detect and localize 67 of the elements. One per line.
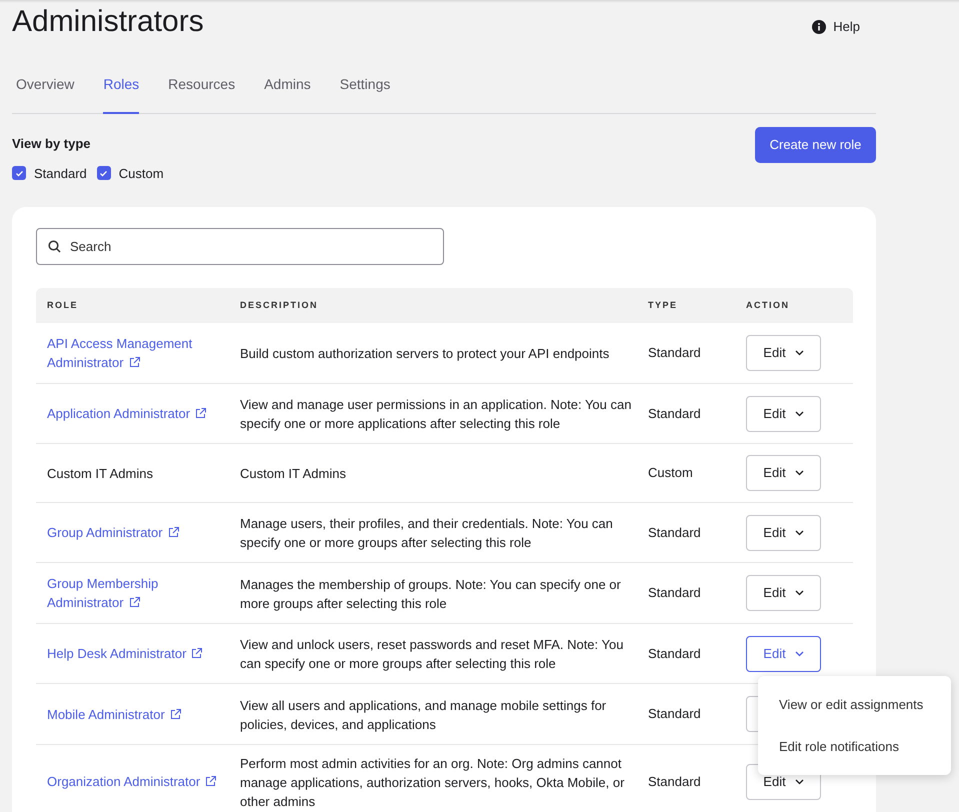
tab[interactable]: Admins [264, 74, 311, 114]
chevron-down-icon [794, 470, 804, 476]
search-icon [48, 240, 61, 253]
role-link[interactable]: Mobile Administrator [47, 704, 232, 724]
external-link-icon [128, 357, 140, 368]
edit-button[interactable]: Edit [746, 335, 821, 371]
table-cell-text: View and manage user permissions in an application. Note: You can specify one or more applications after selecting this role [240, 396, 632, 433]
external-link-icon [170, 708, 181, 720]
table-cell-text: View all users and applications, and manage mobile settings for policies, devices, and applications [240, 696, 608, 734]
create-role-button[interactable]: Create new role [755, 127, 876, 163]
page-title: Administrators [12, 5, 204, 39]
chevron-down-icon [794, 410, 804, 416]
table-cell-text: Standard [648, 644, 702, 663]
external-link-icon [195, 408, 206, 419]
table-cell-text: Standard [648, 584, 702, 602]
help-button[interactable]: Help [812, 17, 860, 36]
column-header: ACTION [746, 298, 790, 312]
edit-button[interactable]: Edit [746, 514, 821, 550]
table-cell-text: Manages the membership of groups. Note: You can specify one or more groups after selecting this role [240, 576, 622, 612]
chevron-down-icon [794, 778, 804, 784]
edit-button[interactable]: Edit [746, 575, 821, 611]
edit-button[interactable]: Edit [746, 396, 821, 432]
tab[interactable]: Resources [168, 74, 236, 114]
table-cell-text: Build custom authorization servers to protect your API endpoints [240, 345, 610, 363]
tab[interactable]: Overview [16, 74, 74, 114]
checkbox-label: Standard [34, 164, 87, 182]
external-link-icon [128, 597, 140, 608]
chevron-down-icon [794, 650, 804, 656]
table-cell-text: Standard [648, 524, 702, 542]
table-cell-text: Manage users, their profiles, and their credentials. Note: You can specify one or more groups after selecting this role [240, 515, 614, 552]
checkbox[interactable] [96, 166, 111, 180]
external-link-icon [191, 648, 202, 659]
role-link[interactable]: Group Administrator [47, 523, 232, 542]
role-name: Custom IT Admins [47, 466, 153, 480]
table-cell-text: Custom IT Admins [240, 465, 347, 483]
search-field[interactable]: Search [36, 228, 444, 265]
checkbox[interactable] [12, 166, 26, 180]
column-header: ROLE [46, 298, 80, 312]
checkbox-label: Custom [118, 164, 164, 182]
external-link-icon [205, 776, 216, 787]
chevron-down-icon [794, 590, 804, 596]
role-link[interactable]: API Access Management Administrator [47, 334, 232, 372]
chevron-down-icon [794, 350, 804, 356]
tab[interactable]: Settings [340, 74, 390, 114]
table-cell-text: View and unlock users, reset passwords and reset MFA. Note: You can specify one or more groups after selecting this role [240, 636, 624, 673]
role-link[interactable]: Group Membership Administrator [47, 574, 232, 612]
role-link[interactable]: Organization Administrator [47, 772, 232, 791]
table-cell-text: Standard [648, 344, 702, 362]
role-link[interactable]: Application Administrator [47, 404, 232, 423]
table-cell-text: Perform most admin activities for an org. Note: Org admins cannot manage applications, authorization servers, hooks, Okta Mobile, or other admins [240, 754, 626, 810]
checkmark-icon [99, 168, 108, 178]
info-icon [812, 20, 826, 34]
filter-label: View by type [12, 135, 92, 153]
external-link-icon [168, 527, 179, 538]
table-cell-text: Custom [648, 464, 694, 482]
role-link[interactable]: Help Desk Administrator [47, 644, 232, 663]
menu-item[interactable]: View or edit assignments [758, 684, 951, 726]
column-header: TYPE [648, 298, 679, 312]
edit-button[interactable]: Edit [746, 455, 821, 491]
checkmark-icon [14, 168, 24, 178]
chevron-down-icon [794, 530, 804, 536]
table-cell-text: Standard [648, 705, 702, 724]
table-cell-text: Standard [648, 772, 702, 791]
edit-button[interactable]: Edit [746, 636, 821, 672]
table-cell-text: Standard [648, 404, 702, 423]
tab[interactable]: Roles [103, 74, 140, 114]
column-header: DESCRIPTION [240, 298, 320, 312]
